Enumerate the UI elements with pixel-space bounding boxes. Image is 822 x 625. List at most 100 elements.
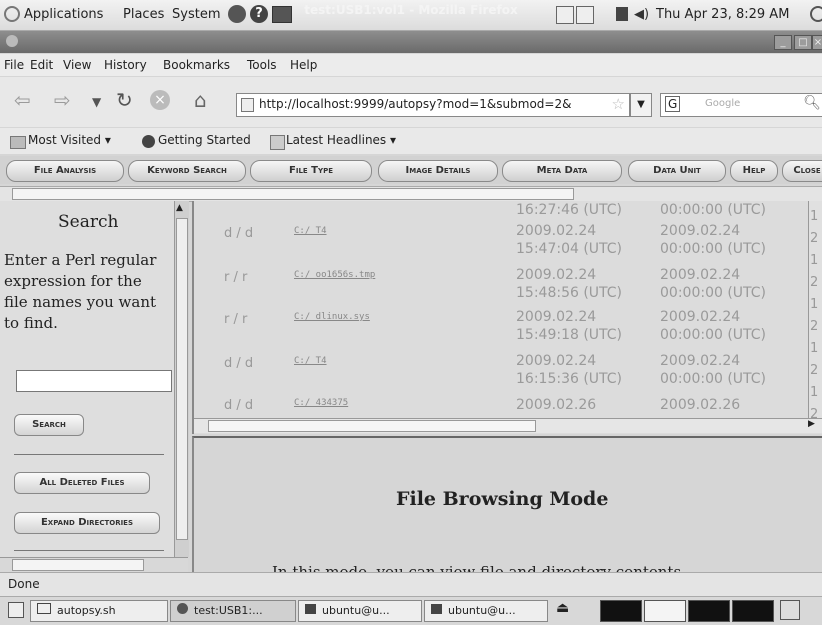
notification-icon[interactable]: ⏏	[556, 600, 574, 618]
modified-time: 15:49:18 (UTC)	[516, 327, 623, 343]
filename-pattern-input[interactable]	[16, 370, 172, 392]
partial-row-time-2: 00:00:00 (UTC)	[660, 202, 767, 218]
left-divider-1	[14, 454, 164, 455]
window-menu-icon[interactable]	[6, 35, 18, 47]
menu-help[interactable]: Help	[290, 58, 317, 72]
firefox-icon	[177, 603, 188, 614]
tab-file-type[interactable]: File Type	[250, 160, 372, 182]
task-label: test:USB1:...	[194, 604, 263, 617]
accessed-date: 2009.02.24	[660, 223, 741, 239]
task-autopsy[interactable]: autopsy.sh	[30, 600, 168, 622]
tab-image-details[interactable]: Image Details	[378, 160, 498, 182]
terminal-icon	[431, 604, 442, 614]
tab-meta-data[interactable]: Meta Data	[502, 160, 622, 182]
modified-date: 2009.02.24	[516, 309, 597, 325]
accessed-date: 2009.02.24	[660, 353, 741, 369]
modified-date: 2009.02.24	[516, 353, 597, 369]
back-icon[interactable]: ⇦	[14, 88, 31, 112]
url-bar[interactable]: http://localhost:9999/autopsy?mod=1&subm…	[236, 93, 630, 117]
terminal-icon	[305, 604, 316, 614]
all-deleted-files-button[interactable]: All Deleted Files	[14, 472, 150, 494]
workspace-2[interactable]	[644, 600, 686, 622]
file-name-link[interactable]: C:/_T4	[294, 226, 327, 236]
accessed-date: 2009.02.26	[660, 397, 741, 413]
task-firefox[interactable]: test:USB1:...	[170, 600, 296, 622]
home-icon[interactable]: ⌂	[194, 88, 207, 112]
task-terminal-2[interactable]: ubuntu@u...	[424, 600, 548, 622]
getting-started-icon	[142, 135, 155, 148]
bookmarks-toolbar	[0, 128, 822, 154]
show-desktop-icon[interactable]	[8, 602, 24, 618]
terminal-icon	[37, 603, 51, 614]
status-bar	[0, 572, 822, 597]
bookmark-getting-started[interactable]: Getting Started	[158, 133, 251, 147]
search-engine-icon[interactable]: G	[665, 96, 681, 112]
menu-view[interactable]: View	[63, 58, 91, 72]
table-row: d / d C:/_434375 2009.02.26 2009.02.26	[194, 396, 814, 416]
lower-pane-heading: File Browsing Mode	[396, 488, 609, 510]
expand-directories-button[interactable]: Expand Directories	[14, 512, 160, 534]
search-input[interactable]: Google	[705, 98, 740, 109]
stop-icon[interactable]: ×	[150, 90, 170, 110]
file-name-link[interactable]: C:/_T4	[294, 356, 327, 366]
forward-icon[interactable]: ⇨	[54, 88, 71, 112]
modified-date: 2009.02.24	[516, 267, 597, 283]
file-type: d / d	[224, 226, 254, 241]
top-scroll-thumb[interactable]	[12, 188, 574, 200]
file-name-link[interactable]: C:/_dlinux.sys	[294, 312, 370, 322]
accessed-date: 2009.02.24	[660, 267, 741, 283]
table-row: d / d C:/_T4 2009.02.24 15:47:04 (UTC) 2…	[194, 222, 814, 262]
url-dropdown-button[interactable]: ▼	[630, 93, 652, 117]
modified-time: 15:47:04 (UTC)	[516, 241, 623, 257]
url-text: http://localhost:9999/autopsy?mod=1&subm…	[259, 97, 572, 111]
task-label: autopsy.sh	[57, 604, 116, 617]
search-bar[interactable]: G Google 🔍︎	[660, 93, 822, 117]
file-type: d / d	[224, 398, 254, 413]
menu-edit[interactable]: Edit	[30, 58, 53, 72]
reload-icon[interactable]: ↻	[116, 88, 133, 112]
minimize-button[interactable]: _	[774, 35, 792, 50]
file-name-link[interactable]: C:/_oo1656s.tmp	[294, 270, 375, 280]
modified-time: 16:15:36 (UTC)	[516, 371, 623, 387]
task-terminal-1[interactable]: ubuntu@u...	[298, 600, 422, 622]
lower-pane-text: In this mode, you can view file and dire…	[272, 564, 686, 572]
tab-file-analysis[interactable]: File Analysis	[6, 160, 124, 182]
bookmark-star-icon[interactable]: ☆	[612, 95, 625, 113]
search-icon[interactable]: 🔍︎	[803, 95, 821, 111]
right-edge-digits: 1212121212	[810, 209, 819, 422]
trash-icon[interactable]	[780, 600, 800, 620]
window-titlebar[interactable]	[0, 31, 822, 53]
tab-close[interactable]: Close	[782, 160, 822, 182]
history-dropdown-icon[interactable]: ▼	[92, 95, 101, 109]
scroll-right-icon[interactable]: ▶	[808, 419, 815, 429]
table-row: d / d C:/_T4 2009.02.24 16:15:36 (UTC) 2…	[194, 352, 814, 392]
file-list-hscroll-thumb[interactable]	[208, 420, 536, 432]
file-type: r / r	[224, 270, 248, 285]
file-type: r / r	[224, 312, 248, 327]
task-label: ubuntu@u...	[322, 604, 390, 617]
menu-bookmarks[interactable]: Bookmarks	[163, 58, 230, 72]
tab-help[interactable]: Help	[730, 160, 778, 182]
left-hscroll-thumb[interactable]	[12, 559, 144, 571]
menu-tools[interactable]: Tools	[247, 58, 277, 72]
tab-data-unit[interactable]: Data Unit	[628, 160, 726, 182]
tab-keyword-search[interactable]: Keyword Search	[128, 160, 246, 182]
left-pane-heading: Search	[58, 212, 119, 232]
accessed-date: 2009.02.24	[660, 309, 741, 325]
menu-history[interactable]: History	[104, 58, 147, 72]
left-scroll-thumb[interactable]	[176, 218, 188, 540]
file-type: d / d	[224, 356, 254, 371]
workspace-3[interactable]	[688, 600, 730, 622]
left-scroll-up-icon[interactable]: ▲	[176, 203, 183, 213]
workspace-4[interactable]	[732, 600, 774, 622]
maximize-button[interactable]: □	[794, 35, 812, 50]
bookmark-most-visited[interactable]: Most Visited ▾	[28, 133, 111, 147]
rss-icon	[270, 135, 285, 150]
search-button[interactable]: Search	[14, 414, 84, 436]
status-text: Done	[8, 577, 40, 591]
file-name-link[interactable]: C:/_434375	[294, 398, 348, 408]
menu-file[interactable]: File	[4, 58, 24, 72]
bookmark-latest-headlines[interactable]: Latest Headlines ▾	[286, 133, 396, 147]
workspace-1[interactable]	[600, 600, 642, 622]
close-window-button[interactable]: ×	[812, 35, 822, 50]
